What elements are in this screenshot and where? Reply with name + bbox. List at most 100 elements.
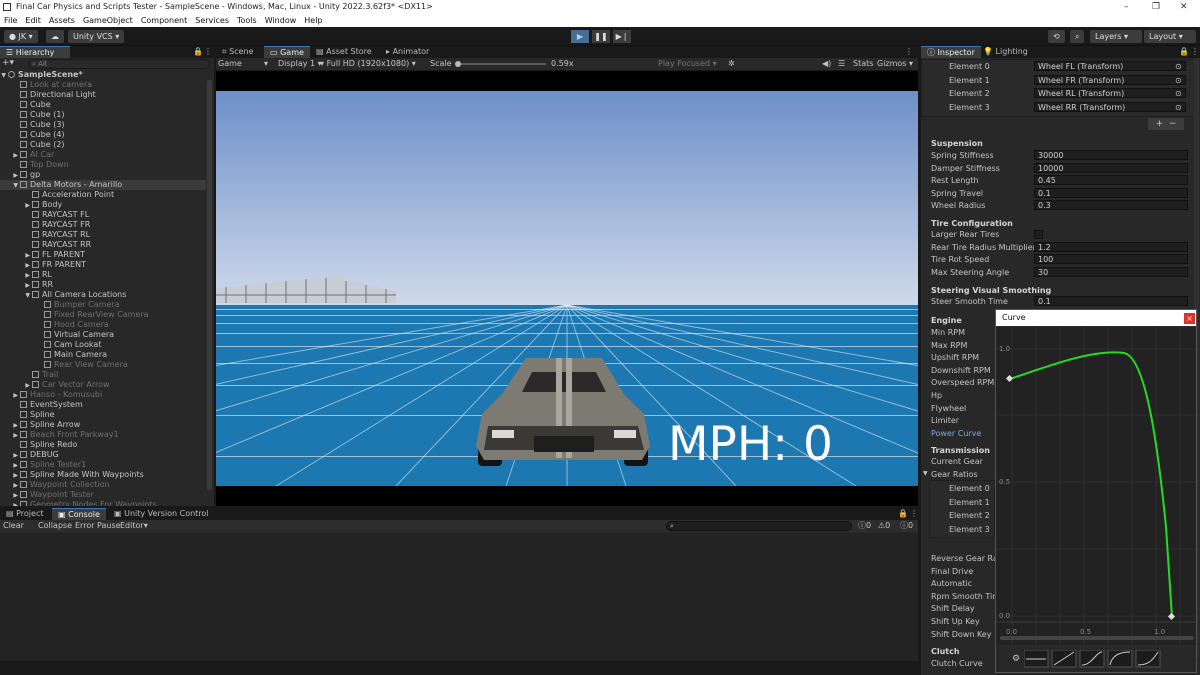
hierarchy-row[interactable]: Trail: [0, 370, 206, 380]
hierarchy-row[interactable]: ▶ FL PARENT: [0, 250, 206, 260]
vcs-dropdown[interactable]: Unity VCS ▾: [68, 30, 125, 43]
curve-close-button[interactable]: ×: [1184, 313, 1195, 324]
hierarchy-row[interactable]: ▶ AI Car: [0, 150, 206, 160]
error-count-badge[interactable]: ⓘ0: [900, 520, 913, 532]
hierarchy-row[interactable]: Top Down: [0, 160, 206, 170]
tab-scene[interactable]: ⌗ Scene: [216, 46, 259, 58]
audio-icon[interactable]: ◀): [822, 58, 831, 70]
hierarchy-row[interactable]: RAYCAST RR: [0, 240, 206, 250]
maximize-button[interactable]: ❐: [1152, 0, 1160, 14]
suspension-field-input[interactable]: 0.45: [1034, 175, 1188, 185]
hierarchy-row[interactable]: Acceleration Point: [0, 190, 206, 200]
object-picker-icon[interactable]: ⊙: [1175, 103, 1182, 112]
hierarchy-row[interactable]: ▶ Spline Arrow: [0, 420, 206, 430]
cloud-button[interactable]: ☁: [46, 30, 64, 43]
settings-toggle-icon[interactable]: ☰: [838, 58, 845, 70]
console-more-icon[interactable]: ⋮: [910, 508, 918, 520]
hierarchy-row[interactable]: ▶ Beach Front Parkway1: [0, 430, 206, 440]
hierarchy-row[interactable]: Spline Redo: [0, 440, 206, 450]
hierarchy-row[interactable]: Cube (1): [0, 110, 206, 120]
hierarchy-row[interactable]: ▶ RR: [0, 280, 206, 290]
hierarchy-row[interactable]: Hood Camera: [0, 320, 206, 330]
stats-button[interactable]: Stats: [853, 58, 873, 70]
account-dropdown[interactable]: ● JK ▾: [4, 30, 38, 43]
tab-game[interactable]: ▭ Game: [264, 46, 310, 58]
hierarchy-row[interactable]: Cube (3): [0, 120, 206, 130]
play-focused-dropdown[interactable]: Play Focused ▾: [658, 58, 717, 70]
scale-slider-track[interactable]: [456, 63, 546, 65]
expand-arrow-icon[interactable]: ▶: [0, 501, 20, 506]
search-button[interactable]: ⌕: [1070, 30, 1085, 43]
add-object-button[interactable]: +▾: [2, 59, 14, 69]
suspension-field-input[interactable]: 0.1: [1034, 187, 1188, 198]
hierarchy-row[interactable]: Cam Lookat: [0, 340, 206, 350]
menu-window[interactable]: Window: [265, 14, 297, 27]
inspector-more-icon[interactable]: ⋮: [1191, 46, 1199, 58]
object-picker-icon[interactable]: ⊙: [1175, 62, 1182, 71]
console-search-input[interactable]: ⌕: [666, 521, 852, 531]
tab-console[interactable]: ▣ Console: [52, 508, 106, 520]
play-button[interactable]: ▶: [571, 30, 589, 43]
curve-horizontal-scrollbar[interactable]: [1000, 636, 1194, 640]
game-mode-dropdown[interactable]: Game ▾: [218, 58, 272, 70]
object-picker-icon[interactable]: ⊙: [1175, 89, 1182, 98]
log-count-badge[interactable]: ⓘ0: [858, 520, 871, 532]
hierarchy-row[interactable]: ▶ FR PARENT: [0, 260, 206, 270]
menu-edit[interactable]: Edit: [25, 14, 41, 27]
steer-smooth-time-input[interactable]: 0.1: [1034, 296, 1188, 306]
hierarchy-row[interactable]: Fixed RearView Camera: [0, 310, 206, 320]
hierarchy-row[interactable]: Cube (4): [0, 130, 206, 140]
hierarchy-row[interactable]: Bumper Camera: [0, 300, 206, 310]
hierarchy-row[interactable]: ▼ All Camera Locations: [0, 290, 206, 300]
pause-button[interactable]: ❚❚: [592, 30, 610, 43]
warning-count-badge[interactable]: ⚠0: [878, 520, 890, 532]
hierarchy-row[interactable]: Spline: [0, 410, 206, 420]
tab-animator[interactable]: ▸ Animator: [380, 46, 435, 58]
hierarchy-row[interactable]: ▼ SampleScene*: [0, 70, 206, 80]
hierarchy-row[interactable]: ▶ Waypoint Collection: [0, 480, 206, 490]
step-button[interactable]: ▶❘: [613, 30, 631, 43]
more-options-icon[interactable]: ⋮: [204, 46, 212, 58]
tab-project[interactable]: ▤ Project: [0, 508, 49, 520]
menu-file[interactable]: File: [4, 14, 17, 27]
inspector-lock-icon[interactable]: 🔒: [1179, 46, 1189, 58]
hierarchy-row[interactable]: ▶ Geometry Nodes For Waypoints: [0, 500, 206, 506]
scale-slider-handle[interactable]: [455, 61, 461, 67]
wheel-transform-field[interactable]: Wheel FL (Transform): [1034, 61, 1186, 71]
menu-component[interactable]: Component: [141, 14, 187, 27]
tab-unity-version-control[interactable]: ▣ Unity Version Control: [108, 508, 215, 520]
hierarchy-row[interactable]: ▶ Body: [0, 200, 206, 210]
hierarchy-row[interactable]: ▶ Hanso - Komusubi: [0, 390, 206, 400]
hierarchy-row[interactable]: Rear View Camera: [0, 360, 206, 370]
gizmos-dropdown[interactable]: Gizmos ▾: [877, 58, 913, 70]
larger-rear-tires-checkbox[interactable]: [1034, 230, 1043, 239]
wheel-transform-field[interactable]: Wheel FR (Transform): [1034, 74, 1186, 85]
hierarchy-row[interactable]: Cube: [0, 100, 206, 110]
editor-dropdown[interactable]: Editor▾: [120, 520, 148, 532]
hierarchy-row[interactable]: ▶ Spline Tester1: [0, 460, 206, 470]
list-add-remove-buttons[interactable]: + −: [1148, 118, 1184, 130]
game-viewport[interactable]: MPH: 0: [216, 71, 918, 506]
suspension-field-input[interactable]: 0.3: [1034, 200, 1188, 210]
resolution-dropdown[interactable]: ▾ Full HD (1920x1080) ▾: [320, 58, 420, 70]
menu-gameobject[interactable]: GameObject: [83, 14, 133, 27]
hierarchy-row[interactable]: Look at camera: [0, 80, 206, 90]
hierarchy-row[interactable]: RAYCAST RL: [0, 230, 206, 240]
menu-services[interactable]: Services: [195, 14, 229, 27]
tire-field-input[interactable]: 100: [1034, 254, 1188, 264]
preset-settings-icon[interactable]: ⚙: [1012, 654, 1020, 664]
menu-assets[interactable]: Assets: [49, 14, 75, 27]
layers-dropdown[interactable]: Layers ▾: [1090, 30, 1142, 43]
hierarchy-row[interactable]: ▶ DEBUG: [0, 450, 206, 460]
object-picker-icon[interactable]: ⊙: [1175, 76, 1182, 85]
tab-lighting[interactable]: 💡 Lighting: [977, 46, 1034, 58]
menu-tools[interactable]: Tools: [237, 14, 257, 27]
hierarchy-scrollbar[interactable]: [207, 80, 212, 490]
tab-inspector[interactable]: ⓘ Inspector: [921, 46, 981, 58]
hierarchy-row[interactable]: ▶ Spline Made With Waypoints: [0, 470, 206, 480]
suspension-field-input[interactable]: 10000: [1034, 162, 1188, 173]
history-button[interactable]: ⟲: [1048, 30, 1065, 43]
hierarchy-row[interactable]: Cube (2): [0, 140, 206, 150]
hierarchy-row[interactable]: ▶ Car Vector Arrow: [0, 380, 206, 390]
hierarchy-row[interactable]: ▶ RL: [0, 270, 206, 280]
